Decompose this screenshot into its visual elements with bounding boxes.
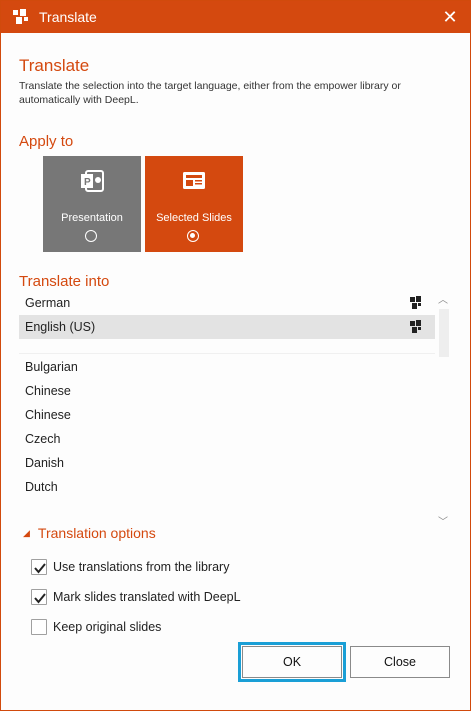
language-label: Dutch (25, 480, 58, 494)
language-label: English (US) (25, 320, 96, 334)
close-button[interactable]: Close (350, 646, 450, 678)
language-item-bulgarian[interactable]: Bulgarian (19, 355, 435, 379)
language-item-german[interactable]: German (19, 291, 435, 315)
apply-presentation-tile[interactable]: P Presentation (43, 156, 141, 252)
language-label: Bulgarian (25, 360, 78, 374)
keep-original-checkbox[interactable] (31, 619, 47, 635)
use-library-label: Use translations from the library (53, 560, 230, 574)
use-library-checkbox[interactable] (31, 559, 47, 575)
apply-selected-slides-label: Selected Slides (156, 212, 232, 224)
list-divider (19, 353, 435, 354)
slides-icon (183, 172, 205, 189)
page-description: Translate the selection into the target … (19, 80, 401, 106)
translation-options-toggle[interactable]: ◢ Translation options (23, 525, 156, 541)
svg-text:P: P (84, 177, 91, 188)
apply-selected-slides-radio[interactable] (187, 230, 199, 242)
language-label: German (25, 296, 71, 310)
language-item-czech[interactable]: Czech (19, 427, 435, 451)
language-label: Danish (25, 456, 64, 470)
apply-presentation-radio[interactable] (85, 230, 97, 242)
translation-options-label: Translation options (37, 525, 156, 541)
scrollbar-thumb[interactable] (439, 309, 449, 357)
translate-into-heading: Translate into (19, 273, 110, 290)
apply-to-heading: Apply to (19, 133, 74, 150)
language-item-danish[interactable]: Danish (19, 451, 435, 475)
page-title: Translate (19, 56, 90, 75)
deepl-icon (410, 296, 421, 309)
option-keep-original[interactable]: Keep original slides (31, 617, 161, 637)
mark-deepl-label: Mark slides translated with DeepL (53, 590, 241, 604)
language-label: Chinese (25, 384, 71, 398)
language-label: Czech (25, 432, 61, 446)
option-mark-deepl[interactable]: Mark slides translated with DeepL (31, 587, 241, 607)
language-label: Chinese (25, 408, 71, 422)
keep-original-label: Keep original slides (53, 620, 162, 634)
ok-button[interactable]: OK (238, 642, 346, 682)
window-title: Translate (39, 9, 97, 25)
powerpoint-icon: P (81, 170, 104, 192)
option-use-library[interactable]: Use translations from the library (31, 557, 229, 577)
deepl-icon (410, 320, 421, 333)
checkmark-icon (34, 563, 46, 574)
window-close-icon[interactable]: ✕ (438, 5, 462, 29)
scroll-up-chevron-icon[interactable]: ︿ (438, 291, 448, 306)
expand-triangle-icon: ◢ (23, 527, 30, 538)
language-list[interactable]: German English (US) Bulgarian Chinese Ch… (19, 291, 453, 531)
apply-selected-slides-tile[interactable]: Selected Slides (145, 156, 243, 252)
language-item-chinese[interactable]: Chinese (19, 379, 435, 403)
title-bar: Translate ✕ (1, 1, 470, 33)
apply-presentation-label: Presentation (61, 212, 123, 224)
translate-dialog: Translate ✕ Translate Translate the sele… (0, 0, 471, 711)
mark-deepl-checkbox[interactable] (31, 589, 47, 605)
language-item-dutch[interactable]: Dutch (19, 475, 435, 499)
empower-logo-icon (13, 9, 28, 24)
language-item-english-us[interactable]: English (US) (19, 315, 435, 339)
checkmark-icon (34, 593, 46, 604)
scroll-down-chevron-icon[interactable]: ﹀ (438, 513, 448, 528)
language-item-chinese[interactable]: Chinese (19, 403, 435, 427)
